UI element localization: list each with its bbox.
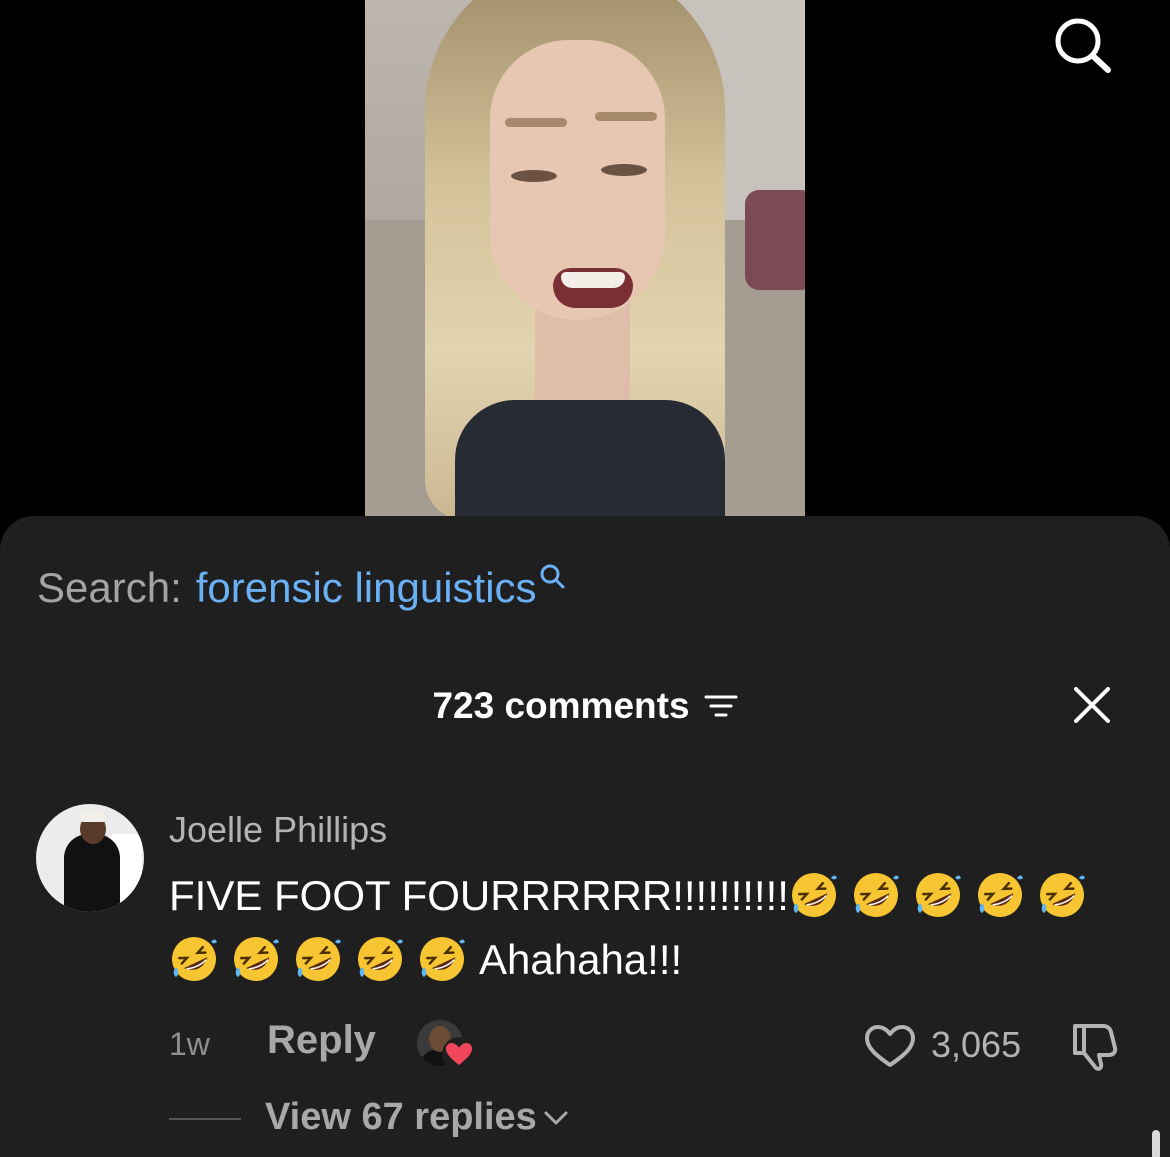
app-screen: Search: forensic linguistics 723 comment… <box>0 0 1170 1157</box>
close-icon[interactable] <box>1070 683 1114 727</box>
search-term-link[interactable]: forensic linguistics <box>196 560 537 616</box>
laughing-emoji-icon <box>172 937 217 981</box>
laughing-emoji-icon <box>296 937 341 981</box>
comments-sheet: Search: forensic linguistics 723 comment… <box>0 516 1170 1157</box>
scrollbar[interactable] <box>1152 1130 1160 1157</box>
reply-button[interactable]: Reply <box>267 1018 376 1063</box>
laughing-emoji-icon <box>853 873 899 917</box>
search-icon <box>540 564 565 589</box>
like-count: 3,065 <box>931 1024 1022 1065</box>
comment-text-tail: Ahahaha!!! <box>479 936 683 983</box>
search-prefix-label: Search: <box>37 564 182 611</box>
video-player[interactable] <box>365 0 805 516</box>
comment-text: FIVE FOOT FOURRRRRR!!!!!!!!!! Ahahaha!!! <box>169 864 1149 992</box>
view-replies-label: View 67 replies <box>265 1096 537 1138</box>
heart-outline-icon[interactable] <box>864 1024 916 1068</box>
comments-count-label: 723 comments <box>432 685 690 726</box>
chevron-down-icon <box>544 1111 568 1124</box>
view-replies-button[interactable]: View 67 replies <box>265 1096 569 1139</box>
laughing-emoji-icon <box>234 937 279 981</box>
laughing-emoji-icon <box>915 873 961 917</box>
comment-author[interactable]: Joelle Phillips <box>169 808 387 852</box>
laughing-emoji-icon <box>1039 873 1085 917</box>
sort-icon[interactable] <box>704 693 738 719</box>
laughing-emoji-icon <box>791 873 837 917</box>
avatar[interactable] <box>36 804 144 912</box>
laughing-emoji-icon <box>420 937 465 981</box>
creator-liked-badge <box>417 1016 481 1072</box>
comments-count-button[interactable]: 723 comments <box>432 680 738 732</box>
comments-header: 723 comments <box>0 680 1170 732</box>
laughing-emoji-icon <box>977 873 1023 917</box>
comment-text-line: FIVE FOOT FOURRRRRR!!!!!!!!!! <box>169 872 789 919</box>
comment-timestamp: 1w <box>169 1026 210 1062</box>
divider <box>169 1118 241 1120</box>
laughing-emoji-icon <box>358 937 403 981</box>
search-icon[interactable] <box>1050 14 1116 74</box>
heart-icon <box>442 1037 476 1071</box>
search-suggestion[interactable]: Search: forensic linguistics <box>37 560 565 616</box>
comment-actions: 1w Reply 3,065 <box>169 1016 1149 1072</box>
thumbs-down-icon[interactable] <box>1069 1020 1125 1072</box>
